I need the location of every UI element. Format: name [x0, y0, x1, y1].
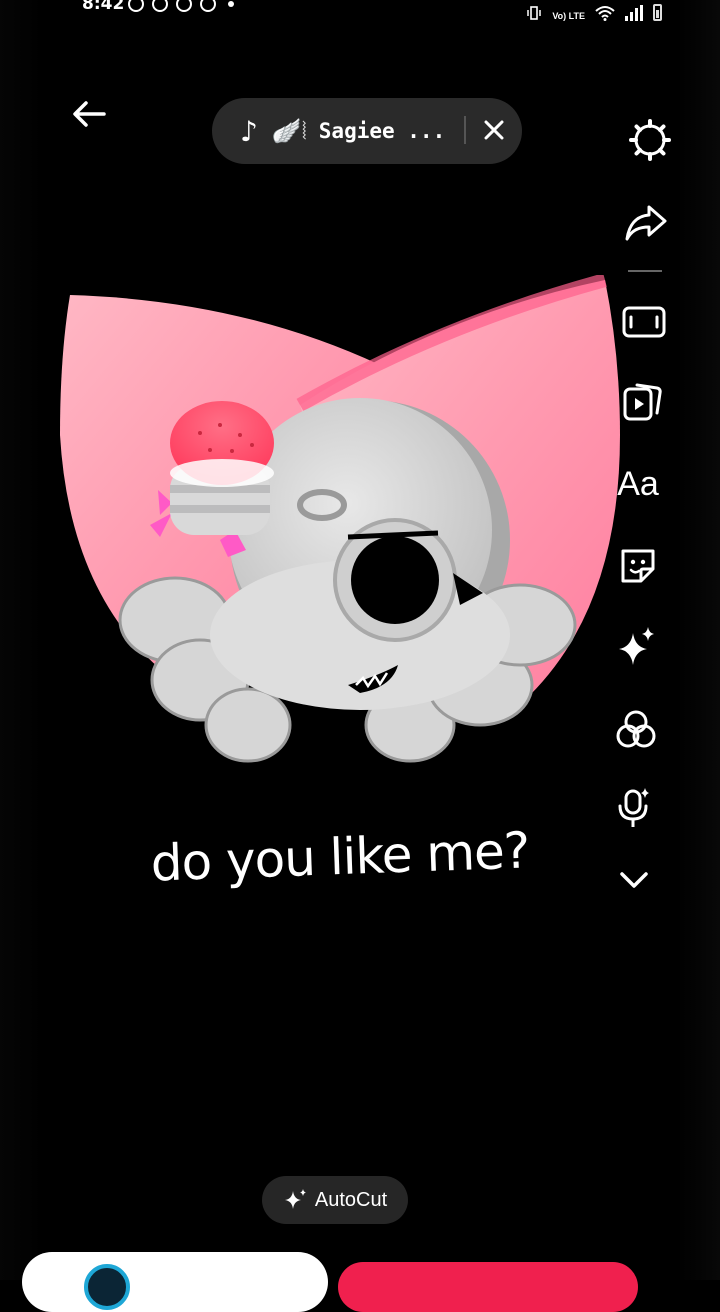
sound-title-decor: 🪽⦚ — [271, 117, 307, 145]
rail-divider — [628, 270, 662, 272]
status-bar: 8:42 Vo) LTE — [0, 0, 720, 22]
messenger-icon — [152, 0, 168, 12]
vpn-icon — [200, 0, 216, 12]
remove-sound-button[interactable] — [478, 114, 510, 146]
signal-icon — [625, 5, 643, 21]
battery-icon — [653, 4, 662, 21]
more-tools-button[interactable] — [606, 852, 662, 908]
autocut-label: AutoCut — [314, 1188, 388, 1211]
caption-text[interactable]: do you like me? — [129, 821, 551, 894]
wifi-icon — [595, 6, 615, 21]
notification-icons — [128, 0, 234, 12]
avatar — [84, 1264, 130, 1310]
gear-icon — [629, 119, 671, 161]
volte-label: Vo) LTE — [552, 11, 585, 21]
chevron-down-icon — [620, 872, 648, 888]
voice-effects-button[interactable] — [606, 780, 662, 836]
divider — [464, 116, 466, 144]
share-button[interactable] — [618, 194, 674, 250]
system-icons: Vo) LTE — [526, 4, 662, 21]
vibrate-icon — [527, 6, 542, 20]
music-note-icon: ♪ — [240, 114, 258, 148]
more-notifications-dot — [228, 1, 234, 7]
voice-effect-icon — [618, 788, 649, 827]
autocut-button[interactable]: AutoCut — [262, 1176, 408, 1224]
arrow-left-icon — [73, 101, 106, 127]
next-button[interactable] — [338, 1262, 638, 1312]
sound-title: Sagiee ... — [318, 119, 446, 143]
close-icon — [484, 120, 504, 140]
share-icon — [625, 205, 667, 241]
screen: 8:42 Vo) LTE ♪ 🪽⦚ Sagiee ... Aa do you l… — [0, 0, 720, 1312]
status-time: 8:42 — [82, 0, 125, 14]
add-sound-pill[interactable]: ♪ 🪽⦚ Sagiee ... — [212, 98, 522, 164]
notification-app-icon — [128, 0, 144, 12]
your-story-button[interactable] — [22, 1252, 328, 1312]
video-preview-artwork — [60, 275, 620, 763]
sparkle-icon — [284, 1189, 306, 1209]
back-button[interactable] — [66, 92, 110, 136]
settings-button[interactable] — [622, 112, 678, 168]
facebook-icon — [176, 0, 192, 12]
